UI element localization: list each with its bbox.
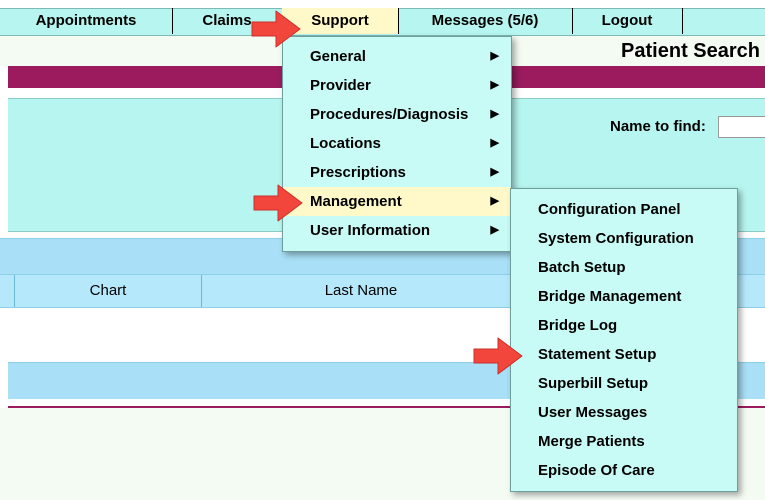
pointer-arrow-icon xyxy=(251,10,301,48)
support-dropdown: General ▶ Provider ▶ Procedures/Diagnosis ▶… xyxy=(282,36,512,252)
management-item-bridge-management[interactable]: Bridge Management xyxy=(511,282,737,311)
chevron-right-icon: ▶ xyxy=(490,195,499,207)
item-label: Locations xyxy=(310,135,381,152)
item-label: Provider xyxy=(310,77,371,94)
chevron-right-icon: ▶ xyxy=(490,166,499,178)
chevron-right-icon: ▶ xyxy=(490,79,499,91)
support-item-prescriptions[interactable]: Prescriptions ▶ xyxy=(283,158,511,187)
column-last-name[interactable]: Last Name xyxy=(201,275,520,307)
support-item-locations[interactable]: Locations ▶ xyxy=(283,129,511,158)
item-label: Management xyxy=(310,193,402,210)
chevron-right-icon: ▶ xyxy=(490,108,499,120)
page-title: Patient Search xyxy=(621,40,760,62)
name-to-find-label: Name to find: xyxy=(610,118,706,135)
management-item-batch-setup[interactable]: Batch Setup xyxy=(511,253,737,282)
top-menu-bar: Appointments Claims Support Messages (5/… xyxy=(0,0,765,36)
column-chart[interactable]: Chart xyxy=(14,275,201,307)
management-item-user-messages[interactable]: User Messages xyxy=(511,398,737,427)
pointer-arrow-icon xyxy=(473,337,523,375)
management-item-system-configuration[interactable]: System Configuration xyxy=(511,224,737,253)
management-submenu: Configuration Panel System Configuration… xyxy=(510,188,738,492)
support-item-general[interactable]: General ▶ xyxy=(283,42,511,71)
item-label: General xyxy=(310,48,366,65)
menu-appointments[interactable]: Appointments xyxy=(0,8,173,34)
support-item-user-information[interactable]: User Information ▶ xyxy=(283,216,511,245)
name-to-find-input[interactable] xyxy=(718,116,765,138)
management-item-configuration-panel[interactable]: Configuration Panel xyxy=(511,195,737,224)
pointer-arrow-icon xyxy=(253,184,303,222)
item-label: User Information xyxy=(310,222,431,239)
chevron-right-icon: ▶ xyxy=(490,224,499,236)
management-item-superbill-setup[interactable]: Superbill Setup xyxy=(511,369,737,398)
support-item-procedures-diagnosis[interactable]: Procedures/Diagnosis ▶ xyxy=(283,100,511,129)
support-item-provider[interactable]: Provider ▶ xyxy=(283,71,511,100)
menu-logout[interactable]: Logout xyxy=(572,8,683,34)
management-item-statement-setup[interactable]: Statement Setup xyxy=(511,340,737,369)
item-label: Prescriptions xyxy=(310,164,406,181)
chevron-right-icon: ▶ xyxy=(490,50,499,62)
management-item-merge-patients[interactable]: Merge Patients xyxy=(511,427,737,456)
chevron-right-icon: ▶ xyxy=(490,137,499,149)
menu-messages[interactable]: Messages (5/6) xyxy=(398,8,573,34)
management-item-bridge-log[interactable]: Bridge Log xyxy=(511,311,737,340)
management-item-episode-of-care[interactable]: Episode Of Care xyxy=(511,456,737,485)
item-label: Procedures/Diagnosis xyxy=(310,106,469,123)
support-item-management[interactable]: Management ▶ xyxy=(283,187,511,216)
